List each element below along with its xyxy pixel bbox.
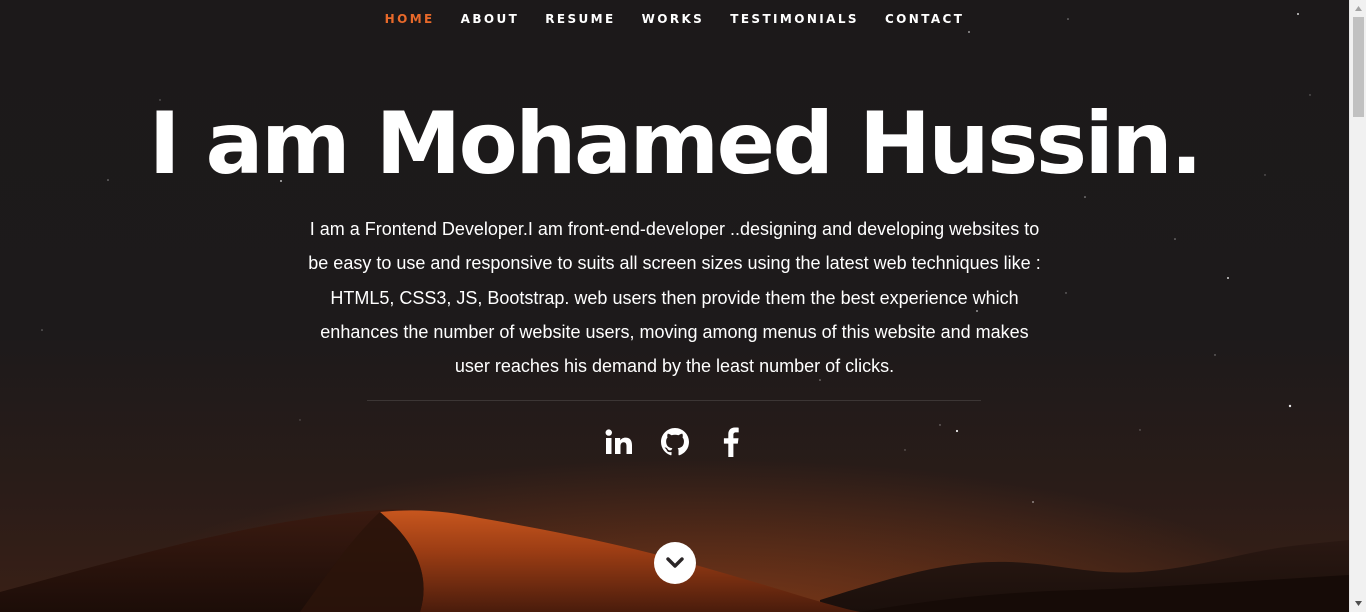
nav-item-home[interactable]: HOME	[385, 12, 435, 26]
social-links	[0, 425, 1349, 459]
nav-item-contact[interactable]: CONTACT	[885, 12, 964, 26]
nav-item-testimonials[interactable]: TESTIMONIALS	[730, 12, 859, 26]
linkedin-icon	[605, 429, 632, 454]
chevron-down-icon	[666, 557, 684, 568]
nav-item-works[interactable]: WORKS	[642, 12, 705, 26]
scrollbar-thumb[interactable]	[1353, 17, 1364, 117]
nav-item-about[interactable]: ABOUT	[461, 12, 520, 26]
facebook-icon	[723, 427, 739, 457]
github-icon	[660, 428, 689, 456]
scroll-down-arrow[interactable]	[1350, 595, 1366, 612]
linkedin-link[interactable]	[604, 425, 634, 459]
scroll-up-arrow[interactable]	[1350, 0, 1366, 17]
nav-item-resume[interactable]: RESUME	[545, 12, 615, 26]
main-navigation: HOME ABOUT RESUME WORKS TESTIMONIALS CON…	[0, 0, 1349, 38]
hero-headline: I am Mohamed Hussin.	[148, 94, 1203, 194]
triangle-down-icon	[1355, 601, 1362, 606]
hero-section: HOME ABOUT RESUME WORKS TESTIMONIALS CON…	[0, 0, 1366, 612]
scroll-down-button[interactable]	[654, 542, 696, 584]
hero-intro-text: I am a Frontend Developer.I am front-end…	[308, 219, 1041, 377]
facebook-link[interactable]	[716, 425, 746, 459]
github-link[interactable]	[660, 425, 690, 459]
page-scrollbar[interactable]	[1349, 0, 1366, 612]
divider	[367, 400, 981, 401]
triangle-up-icon	[1355, 6, 1362, 11]
